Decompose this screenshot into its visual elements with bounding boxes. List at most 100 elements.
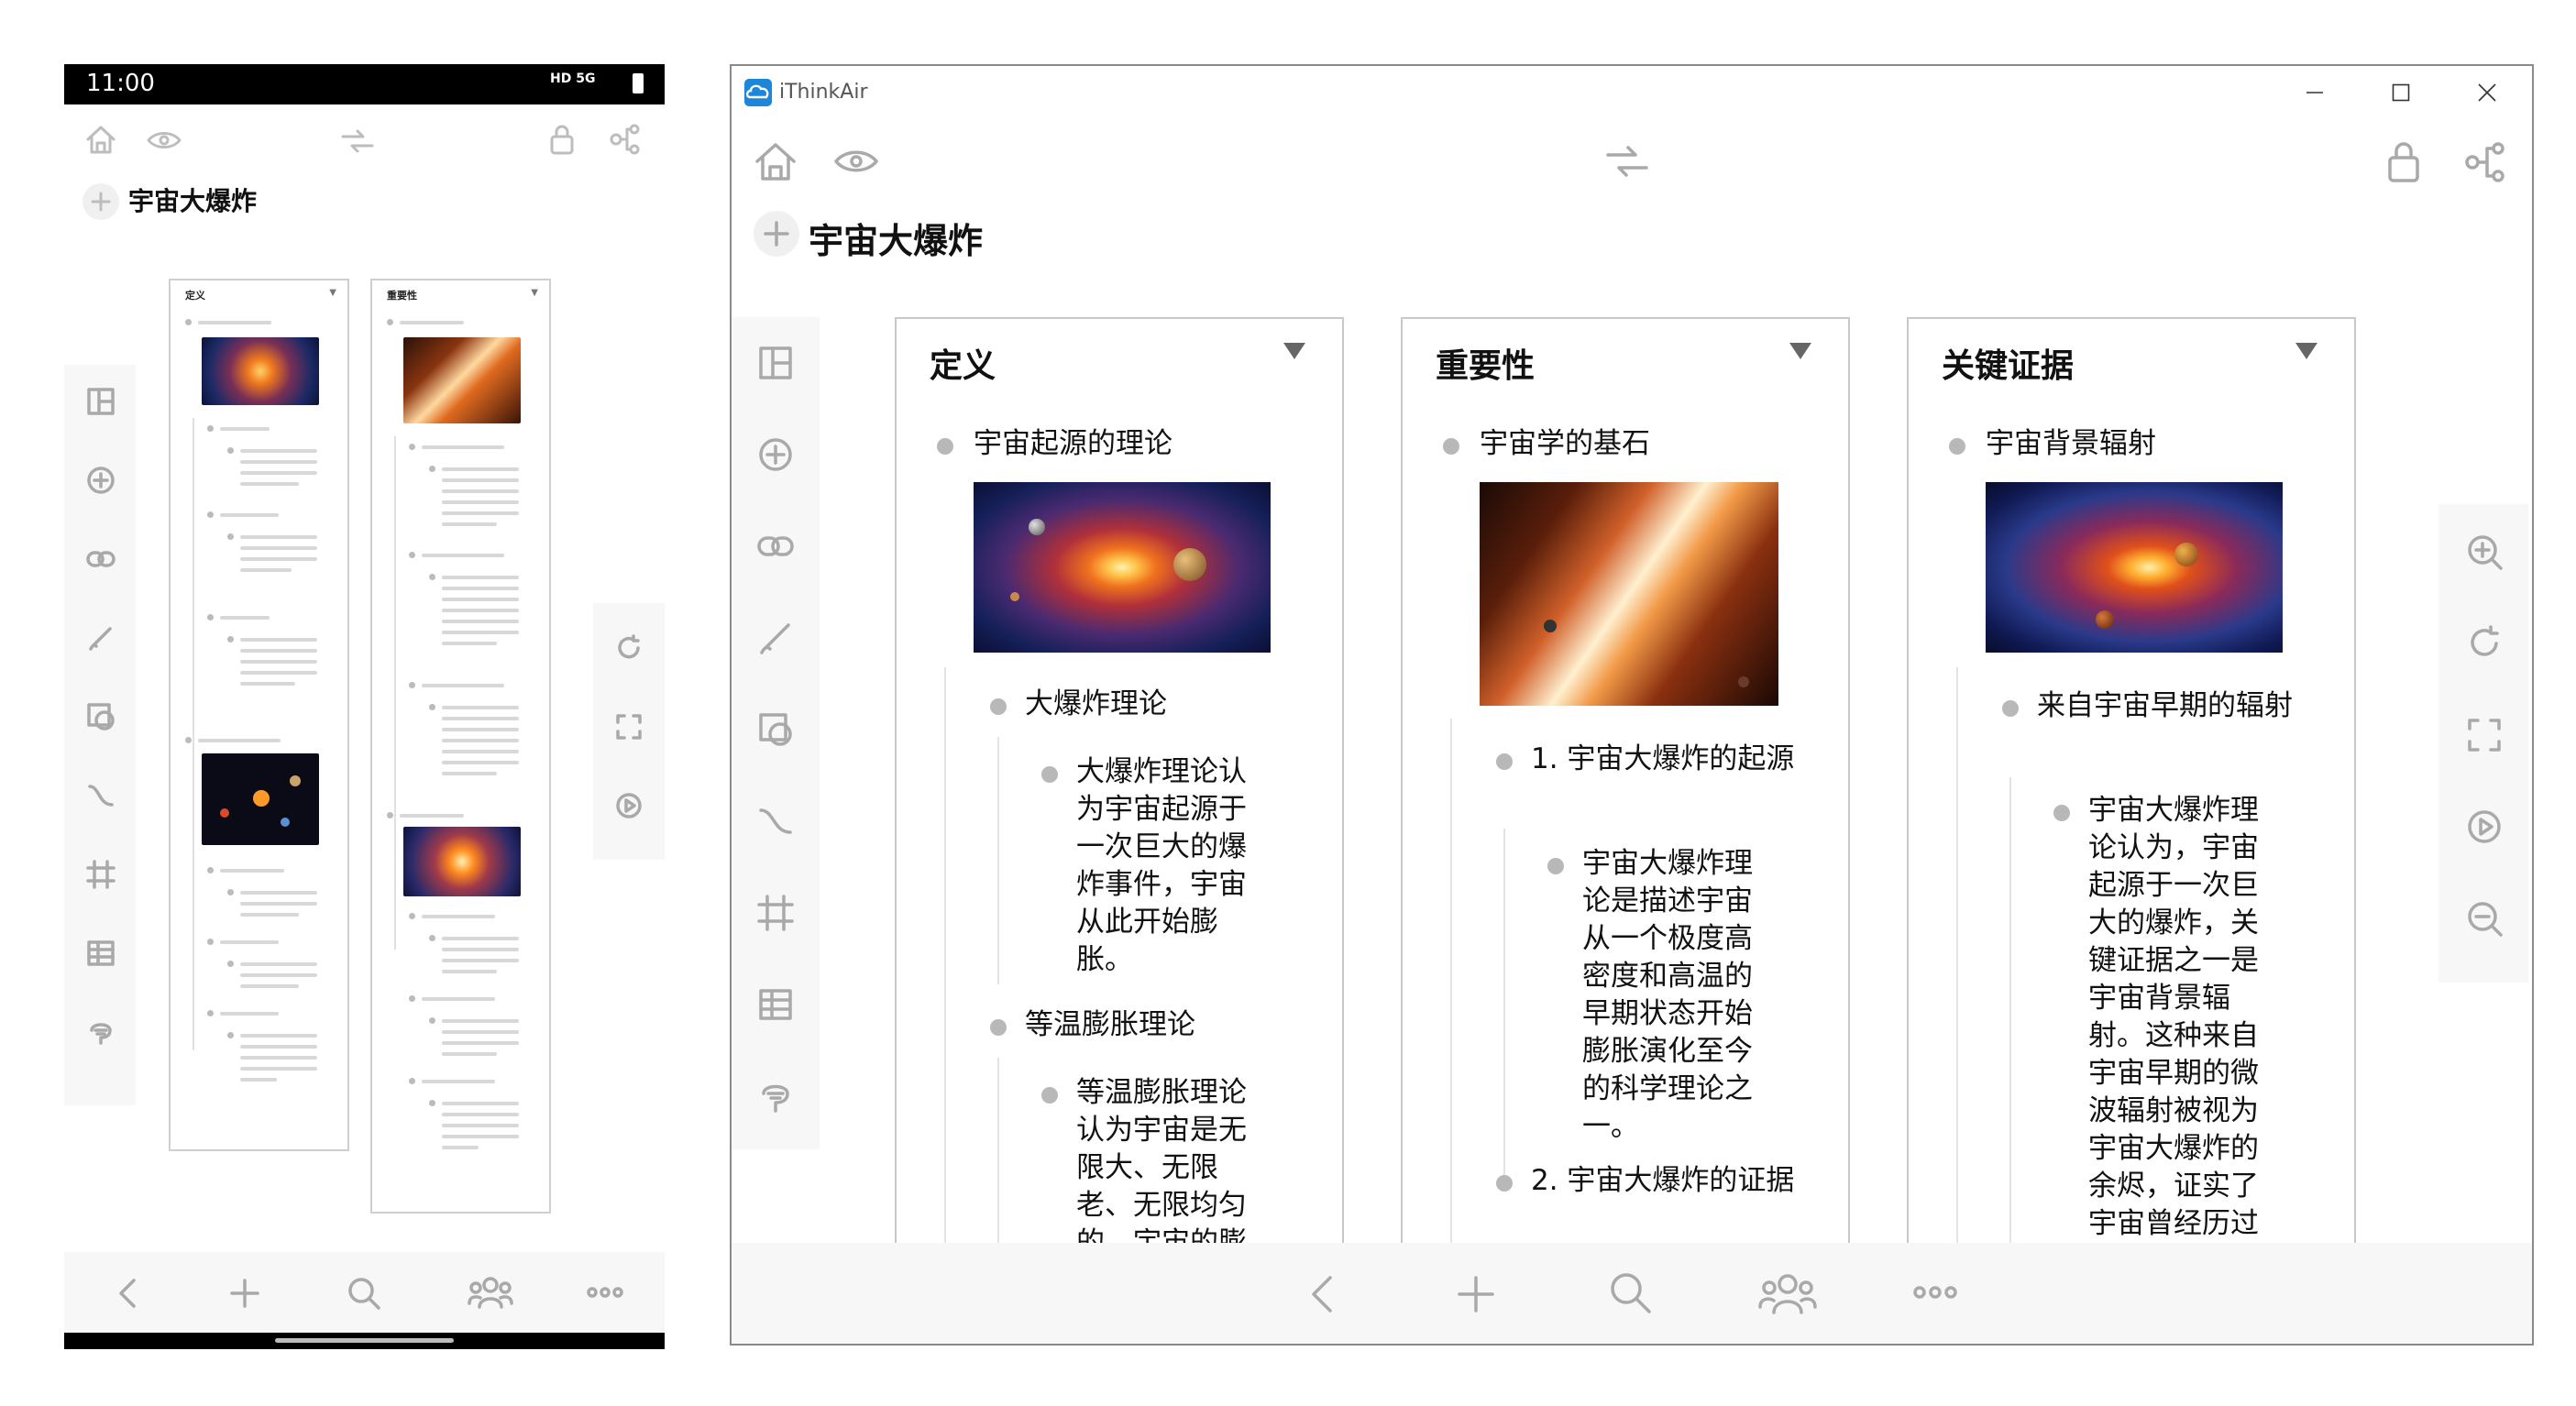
ai-brain-icon[interactable] (86, 1017, 116, 1047)
card-definition[interactable]: 定义 宇宙起源的理论 大爆炸理论 大爆炸理论认为宇宙起源于一次巨大的爆炸事件，宇… (895, 317, 1344, 1243)
app-name: iThinkAir (779, 81, 868, 104)
detail-node[interactable]: 等温膨胀理论认为宇宙是无限大、无限老、无限均匀的，宇宙的膨 (1076, 1074, 1260, 1243)
zoom-in-icon[interactable] (2466, 533, 2503, 570)
branch-line (1450, 719, 1452, 1243)
back-icon[interactable] (1305, 1274, 1338, 1314)
child-node[interactable]: 2. 宇宙大爆炸的证据 (1531, 1162, 1797, 1200)
connector-icon[interactable] (757, 803, 794, 840)
link-icon[interactable] (86, 544, 116, 574)
minimize-button[interactable] (2272, 66, 2358, 119)
detail-node[interactable]: 宇宙大爆炸理论是描述宇宙从一个极度高密度和高温的早期状态开始膨胀演化至今的科学理… (1582, 845, 1766, 1146)
bullet (2053, 805, 2070, 821)
phone-left-toolbar (64, 365, 136, 1105)
detail-node[interactable]: 宇宙大爆炸理论认为，宇宙起源于一次巨大的爆炸，关键证据之一是宇宙背景辐射。这种来… (2088, 792, 2277, 1243)
back-icon[interactable] (114, 1278, 141, 1309)
chevron-down-icon[interactable] (2295, 343, 2317, 359)
bullet (1443, 438, 1459, 455)
home-icon[interactable] (84, 123, 117, 156)
refresh-icon[interactable] (2466, 625, 2503, 662)
play-icon[interactable] (2466, 808, 2503, 845)
pen-icon[interactable] (757, 620, 794, 656)
mini-card-importance[interactable]: 重要性 ▼ (370, 279, 551, 1214)
play-icon[interactable] (615, 792, 643, 819)
frame-icon[interactable] (86, 860, 116, 889)
plus-icon[interactable] (229, 1278, 260, 1309)
add-node-icon[interactable] (757, 436, 794, 473)
zoom-out-icon[interactable] (2466, 900, 2503, 937)
solar-system-image (202, 753, 319, 845)
more-icon[interactable] (587, 1285, 623, 1300)
gesture-bar (64, 1333, 665, 1349)
child-node[interactable]: 来自宇宙早期的辐射 (2037, 687, 2294, 725)
bullet (1547, 858, 1564, 874)
move-handle-icon[interactable] (83, 183, 119, 220)
swap-icon[interactable] (339, 128, 376, 154)
home-indicator[interactable] (275, 1338, 454, 1343)
chevron-down-icon[interactable]: ▼ (531, 288, 538, 298)
branch-line (2009, 777, 2011, 1243)
status-icons: HD 5G (550, 71, 596, 86)
phone-right-toolbar (593, 603, 665, 860)
collaborators-icon[interactable] (1758, 1272, 1817, 1314)
bullet (1496, 753, 1513, 770)
home-icon[interactable] (754, 139, 798, 183)
root-node[interactable]: 宇宙背景辐射 (1986, 425, 2156, 463)
branch-line (944, 667, 946, 1243)
eye-icon[interactable] (147, 130, 182, 150)
root-node[interactable]: 宇宙学的基石 (1480, 425, 1650, 463)
plus-icon[interactable] (1456, 1274, 1496, 1314)
pen-icon[interactable] (86, 623, 116, 653)
frame-icon[interactable] (757, 895, 794, 931)
app-window: iThinkAir 宇宙大爆炸 定义 宇宙起源的理论 大爆炸理论 大爆炸理论认为… (730, 64, 2534, 1346)
eye-icon[interactable] (834, 148, 878, 174)
big-bang-image (974, 482, 1271, 653)
layout-icon[interactable] (757, 345, 794, 381)
fullscreen-icon[interactable] (2466, 717, 2503, 753)
shape-icon[interactable] (86, 702, 116, 731)
close-button[interactable] (2444, 66, 2530, 119)
lock-icon[interactable] (2385, 139, 2422, 183)
mini-card-definition[interactable]: 定义 ▼ (169, 279, 349, 1151)
phone-bottom-toolbar (64, 1252, 665, 1336)
mindmap-icon[interactable] (2464, 141, 2506, 183)
more-icon[interactable] (1912, 1283, 1958, 1302)
table-icon[interactable] (757, 986, 794, 1023)
ai-brain-icon[interactable] (757, 1078, 794, 1115)
title-bar: iThinkAir (732, 66, 2532, 119)
search-icon[interactable] (347, 1276, 381, 1311)
card-title: 定义 (930, 347, 996, 385)
card-key-evidence[interactable]: 关键证据 宇宙背景辐射 来自宇宙早期的辐射 宇宙大爆炸理论认为，宇宙起源于一次巨… (1907, 317, 2356, 1243)
bullet (1949, 438, 1965, 455)
app-logo-icon (744, 79, 772, 106)
mindmap-icon[interactable] (609, 123, 642, 156)
child-node[interactable]: 大爆炸理论 (1025, 686, 1167, 723)
bullet (990, 698, 1007, 715)
move-handle-icon[interactable] (754, 211, 799, 257)
card-title: 关键证据 (1942, 347, 2075, 385)
link-icon[interactable] (757, 528, 794, 565)
child-node[interactable]: 1. 宇宙大爆炸的起源 (1531, 741, 1797, 778)
phone-status-bar: 11:00 HD 5G (64, 64, 665, 104)
search-icon[interactable] (1608, 1270, 1652, 1314)
chevron-down-icon[interactable]: ▼ (329, 288, 336, 298)
lock-icon[interactable] (548, 123, 576, 156)
right-toolbar (2438, 504, 2528, 983)
fullscreen-icon[interactable] (615, 713, 643, 741)
swap-icon[interactable] (1604, 145, 1650, 178)
layout-icon[interactable] (86, 387, 116, 416)
detail-node[interactable]: 大爆炸理论认为宇宙起源于一次巨大的爆炸事件，宇宙从此开始膨胀。 (1076, 753, 1260, 979)
bullet (2002, 700, 2019, 717)
collaborators-icon[interactable] (468, 1276, 513, 1309)
refresh-icon[interactable] (615, 634, 643, 662)
chevron-down-icon[interactable] (1789, 343, 1811, 359)
chevron-down-icon[interactable] (1283, 343, 1305, 359)
card-importance[interactable]: 重要性 宇宙学的基石 1. 宇宙大爆炸的起源 宇宙大爆炸理论是描述宇宙从一个极度… (1401, 317, 1850, 1243)
child-node[interactable]: 等温膨胀理论 (1025, 1006, 1195, 1044)
root-node[interactable]: 宇宙起源的理论 (974, 425, 1172, 463)
maximize-button[interactable] (2358, 66, 2444, 119)
shape-icon[interactable] (757, 711, 794, 748)
table-icon[interactable] (86, 939, 116, 968)
galaxy-image (1480, 482, 1778, 706)
add-node-icon[interactable] (86, 466, 116, 495)
connector-icon[interactable] (86, 781, 116, 810)
